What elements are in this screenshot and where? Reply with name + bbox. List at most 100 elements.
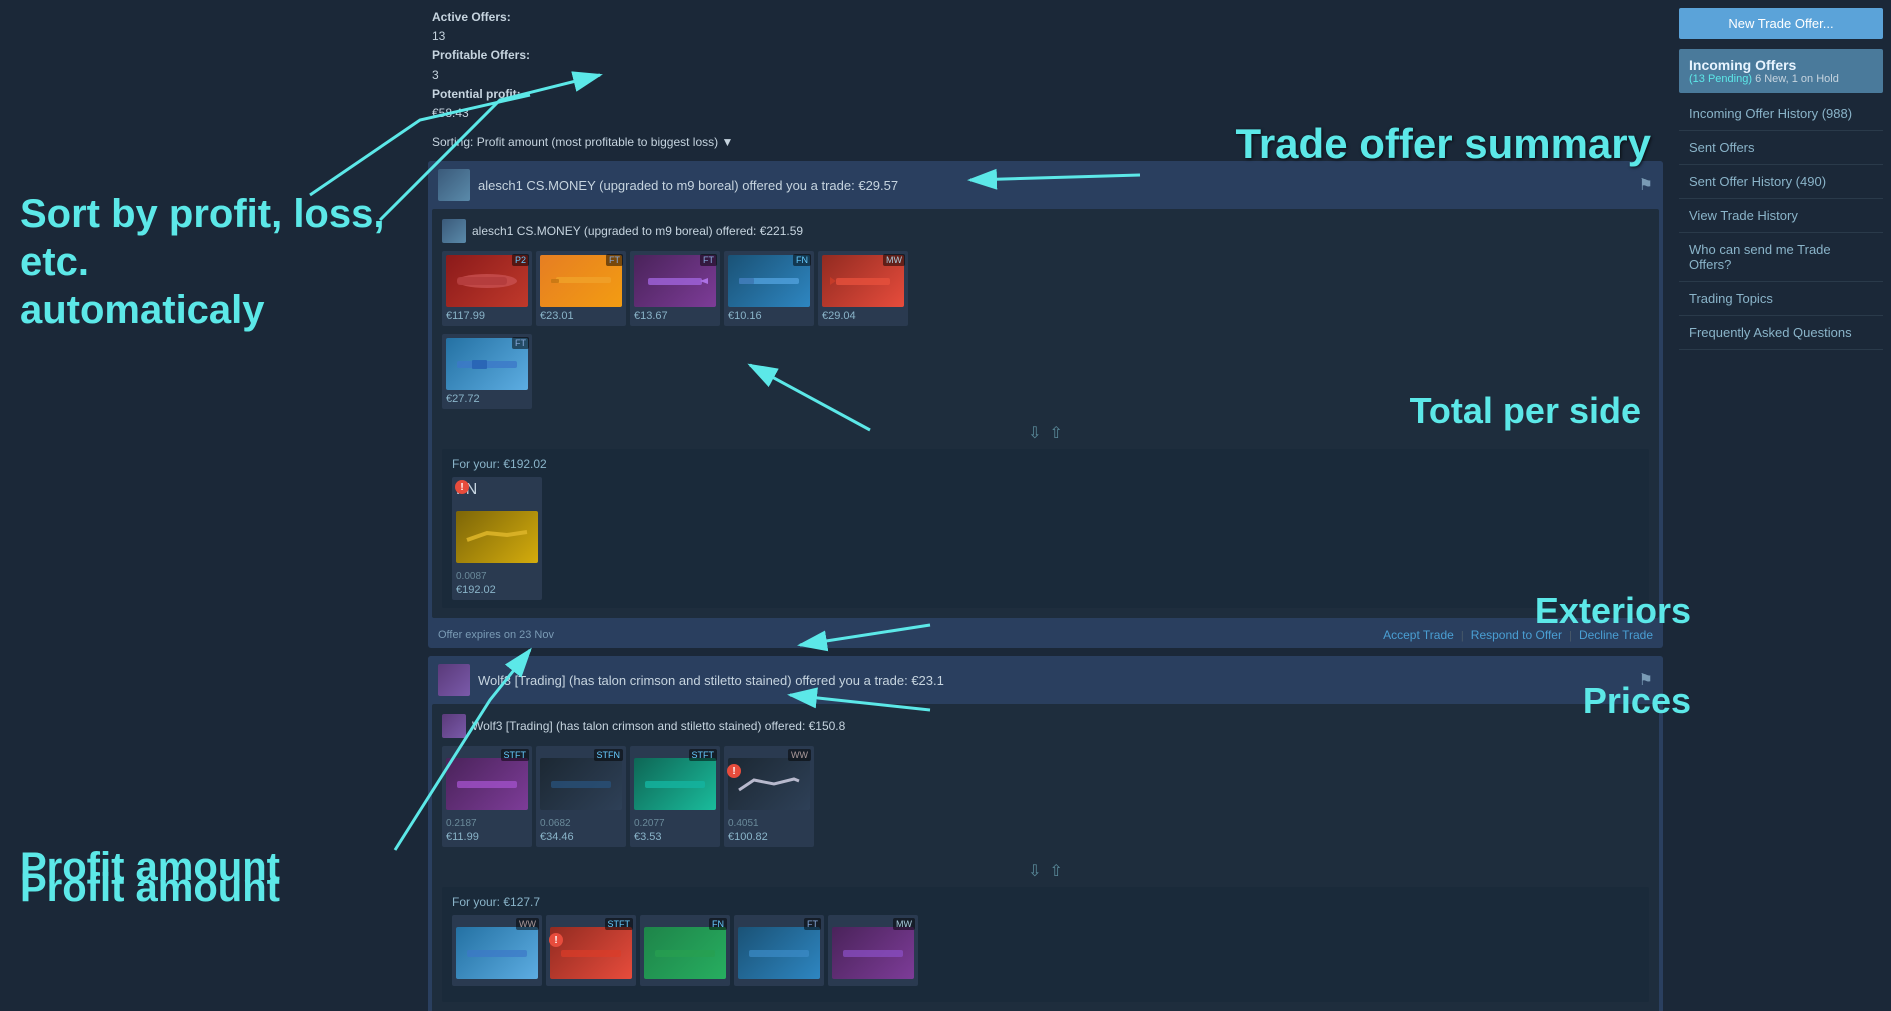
sidebar-links: Incoming Offer History (988) Sent Offers…: [1679, 97, 1883, 350]
sidebar-item-faq[interactable]: Frequently Asked Questions: [1679, 316, 1883, 350]
item-price-your1: €192.02: [456, 584, 538, 596]
item-ww-1[interactable]: WW ! 0.4051 €100.82: [724, 746, 814, 847]
incoming-offers-section: Incoming Offers (13 Pending) 6 New, 1 on…: [1679, 49, 1883, 93]
trade-inner-header-2: Wolf3 [Trading] (has talon crimson and s…: [442, 714, 1649, 738]
item-price-stft1: €11.99: [446, 831, 528, 843]
your-item-mw2[interactable]: MW: [828, 915, 918, 986]
incoming-new: 6 New, 1 on Hold: [1755, 73, 1839, 85]
avatar-2: [438, 664, 470, 696]
wear-badge-ww1: WW: [788, 749, 811, 761]
item-price-p2: €117.99: [446, 310, 528, 322]
your-item-img-fn: [644, 927, 726, 979]
trade-card-1-inner: alesch1 CS.MONEY (upgraded to m9 boreal)…: [432, 209, 1659, 618]
arrow-down-1: ⇩: [1028, 423, 1041, 443]
item-price-ft3: €27.72: [446, 393, 528, 405]
item-subprice-your1: 0.0087: [456, 571, 487, 582]
your-item-img-ft: [738, 927, 820, 979]
arrow-up-1: ⇧: [1050, 423, 1063, 443]
your-item-fn[interactable]: FN: [640, 915, 730, 986]
trade-card-2: Wolf3 [Trading] (has talon crimson and s…: [428, 656, 1663, 1011]
sidebar-item-incoming-history[interactable]: Incoming Offer History (988): [1679, 97, 1883, 131]
item-price-stfn1: €34.46: [540, 831, 622, 843]
item-p2[interactable]: P2 €117.99: [442, 251, 532, 326]
item-ft-1[interactable]: FT €23.01: [536, 251, 626, 326]
small-avatar-2: [442, 714, 466, 738]
trade-card-2-header: Wolf3 [Trading] (has talon crimson and s…: [428, 656, 1663, 704]
your-item-img-ww: [456, 927, 538, 979]
item-image-stft2: [634, 758, 716, 810]
sorting-value: Profit amount (most profitable to bigges…: [477, 135, 718, 149]
sidebar-item-who-can-send[interactable]: Who can send me Trade Offers?: [1679, 233, 1883, 282]
item-ft-2[interactable]: FT €13.67: [630, 251, 720, 326]
wear-badge-ymw: MW: [893, 918, 915, 930]
subprice-stfn1: 0.0682: [540, 818, 571, 829]
trade-footer-1: Offer expires on 23 Nov Accept Trade | R…: [428, 622, 1663, 648]
trade-card-1-header: alesch1 CS.MONEY (upgraded to m9 boreal)…: [428, 161, 1663, 209]
decline-trade-1[interactable]: Decline Trade: [1579, 628, 1653, 642]
items-grid-1b: FT €27.72: [442, 334, 1649, 409]
sorting-bar: Sorting: Profit amount (most profitable …: [420, 131, 1671, 157]
incoming-sub: (13 Pending) 6 New, 1 on Hold: [1689, 73, 1873, 85]
center-content: Active Offers: 13 Profitable Offers: 3 P…: [420, 0, 1671, 1011]
new-trade-button[interactable]: New Trade Offer...: [1679, 8, 1883, 39]
trade-divider-1: ⇩ ⇧: [442, 417, 1649, 449]
potential-label: Potential profit:: [432, 87, 521, 101]
item-price-mw1: €29.04: [822, 310, 904, 322]
item-mw-1[interactable]: MW €29.04: [818, 251, 908, 326]
arrow-down-2: ⇩: [1028, 861, 1041, 881]
wear-badge-ystft: STFT: [605, 918, 634, 930]
your-item-img-mw: [832, 927, 914, 979]
your-item-image-1: [456, 511, 538, 563]
wear-badge-stft2: STFT: [689, 749, 718, 761]
items-grid-1: P2 €117.99 FT €23.01 FT: [442, 251, 1649, 326]
wear-badge-mw1: MW: [883, 254, 905, 266]
respond-offer-1[interactable]: Respond to Offer: [1471, 628, 1562, 642]
your-item-stft[interactable]: STFT !: [546, 915, 636, 986]
flag-icon-2[interactable]: ⚑: [1639, 670, 1653, 690]
avatar-1: [438, 169, 470, 201]
item-stft-2[interactable]: STFT 0.2077 €3.53: [630, 746, 720, 847]
sorting-label: Sorting:: [432, 135, 473, 149]
subprice-ww1: 0.4051: [728, 818, 759, 829]
your-item-1[interactable]: FN ! 0.0087 €192.02: [452, 477, 542, 600]
item-image-stfn1: [540, 758, 622, 810]
trade-card-2-inner: Wolf3 [Trading] (has talon crimson and s…: [432, 704, 1659, 1011]
expiry-1: Offer expires on 23 Nov: [438, 629, 554, 641]
sidebar-item-trading-topics[interactable]: Trading Topics: [1679, 282, 1883, 316]
item-price-ft1: €23.01: [540, 310, 622, 322]
inner-header-text-2: Wolf3 [Trading] (has talon crimson and s…: [472, 719, 845, 733]
sidebar-item-sent-offers[interactable]: Sent Offers: [1679, 131, 1883, 165]
wear-badge-ft3: FT: [512, 337, 529, 349]
trade-actions-1: Accept Trade | Respond to Offer | Declin…: [1383, 628, 1653, 642]
inner-header-text-1: alesch1 CS.MONEY (upgraded to m9 boreal)…: [472, 224, 803, 238]
item-price-ft2: €13.67: [634, 310, 716, 322]
wear-badge-fn1: FN: [793, 254, 811, 266]
flag-icon-1[interactable]: ⚑: [1639, 175, 1653, 195]
wear-badge-stft1: STFT: [501, 749, 530, 761]
item-stfn-1[interactable]: STFN 0.0682 €34.46: [536, 746, 626, 847]
sort-annotation: Sort by profit, loss, etc.automaticaly: [20, 190, 400, 334]
wear-badge-yft: FT: [804, 918, 821, 930]
trade-divider-2: ⇩ ⇧: [442, 855, 1649, 887]
accept-trade-1[interactable]: Accept Trade: [1383, 628, 1454, 642]
profit-annotation: Profit amount: [20, 843, 400, 891]
your-items-2: WW STFT ! FN: [452, 915, 1639, 986]
your-item-ft2[interactable]: FT: [734, 915, 824, 986]
sidebar-item-view-history[interactable]: View Trade History: [1679, 199, 1883, 233]
subprice-stft1: 0.2187: [446, 818, 477, 829]
your-offer-2: For your: €127.7 WW STFT !: [442, 887, 1649, 1002]
right-sidebar: New Trade Offer... Incoming Offers (13 P…: [1671, 0, 1891, 1011]
subprice-stft2: 0.2077: [634, 818, 665, 829]
your-item-img-stft: [550, 927, 632, 979]
sidebar-item-sent-history[interactable]: Sent Offer History (490): [1679, 165, 1883, 199]
item-fn-1[interactable]: FN €10.16: [724, 251, 814, 326]
small-avatar-1: [442, 219, 466, 243]
wear-badge-stfn1: STFN: [594, 749, 624, 761]
item-price-ww1: €100.82: [728, 831, 810, 843]
item-stft-1[interactable]: STFT 0.2187 €11.99: [442, 746, 532, 847]
main-container: Sort by profit, loss, etc.automaticaly P…: [0, 0, 1891, 1011]
item-ft-3[interactable]: FT €27.72: [442, 334, 532, 409]
wear-badge-yfn: FN: [709, 918, 727, 930]
your-item-ww[interactable]: WW: [452, 915, 542, 986]
potential-value: €58.43: [432, 104, 1659, 123]
